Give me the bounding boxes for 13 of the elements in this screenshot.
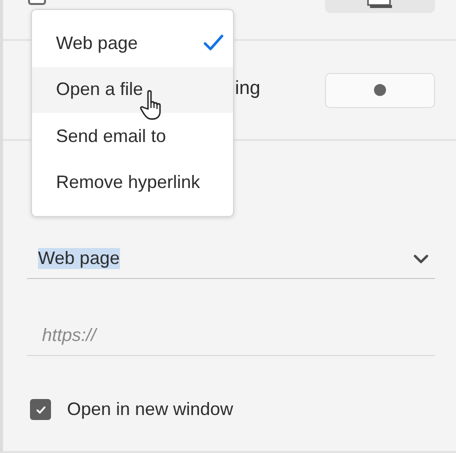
checkbox-label: Open in new window [67,399,234,420]
shadow-icon [365,0,395,9]
link-type-dropdown[interactable]: Web page [27,239,435,279]
dot-button[interactable] [325,72,435,108]
menu-item[interactable]: Web page [32,20,233,66]
chevron-down-icon [413,254,429,264]
option-label: ing [235,78,260,100]
checkbox[interactable] [30,399,51,420]
dot-icon [374,84,386,96]
menu-item[interactable]: Send email to [32,113,233,160]
check-icon [34,404,46,416]
menu-item[interactable]: Remove hyperlink [32,160,233,206]
url-field[interactable]: https:// [27,316,435,356]
